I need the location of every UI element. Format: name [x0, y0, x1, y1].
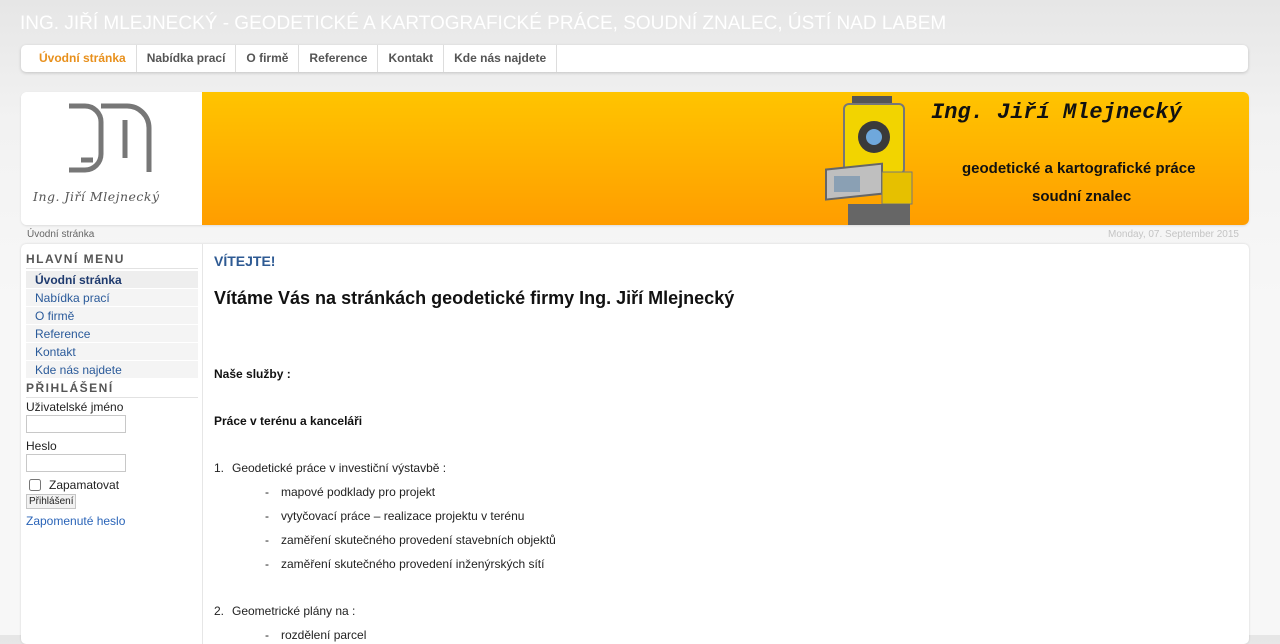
list-item-number: 1.: [214, 461, 225, 475]
list-item-text: vytyčovací práce – realizace projektu v …: [281, 509, 525, 523]
topnav-item-offer[interactable]: Nabídka prací: [137, 45, 237, 72]
sidebar-item-contact[interactable]: Kontakt: [26, 343, 198, 360]
list-item: - zaměření skutečného provedení stavebníc…: [265, 533, 556, 547]
banner-subtitle-1: geodetické a kartografické práce: [962, 160, 1196, 177]
list-item: - zaměření skutečného provedení inženýrsk…: [265, 557, 544, 571]
topnav-item-contact[interactable]: Kontakt: [378, 45, 445, 72]
page-title: Vítáme Vás na stránkách geodetické firmy…: [214, 288, 735, 308]
list-item: 2. Geometrické plány na :: [214, 604, 355, 618]
list-item: - rozdělení parcel: [265, 628, 366, 642]
sidebar-item-offer[interactable]: Nabídka prací: [26, 289, 198, 306]
list-item: - mapové podklady pro projekt: [265, 485, 435, 499]
main-menu-heading: HLAVNÍ MENU: [26, 252, 198, 269]
sidebar-item-reference[interactable]: Reference: [26, 325, 198, 342]
list-item-text: Geometrické plány na :: [232, 604, 356, 618]
logo-monogram-icon: [69, 103, 152, 173]
remember-label: Zapamatovat: [49, 478, 120, 492]
section-label: Práce v terénu a kanceláři: [214, 414, 363, 428]
login-heading: PŘIHLÁŠENÍ: [26, 381, 198, 398]
breadcrumb: Úvodní stránka: [27, 229, 95, 240]
password-label: Heslo: [26, 439, 57, 453]
list-item: - vytyčovací práce – realizace projektu v…: [265, 509, 524, 523]
list-item-text: mapové podklady pro projekt: [281, 485, 436, 499]
bullet-dash: -: [265, 485, 269, 499]
main-menu: Úvodní stránka Nabídka prací O firmě Ref…: [26, 271, 198, 378]
sidebar-item-about[interactable]: O firmě: [26, 307, 198, 324]
list-item-text: zaměření skutečného provedení inženýrský…: [281, 557, 545, 571]
list-item-text: rozdělení parcel: [281, 628, 367, 642]
services-label: Naše služby :: [214, 367, 291, 381]
username-label: Uživatelské jméno: [26, 400, 124, 414]
header-banner: Ing. Jiří Mlejnecký Ing. Jiří Mlejnecký …: [21, 92, 1249, 225]
banner-subtitle-2: soudní znalec: [1032, 188, 1132, 205]
total-station-icon: [825, 96, 913, 225]
sidebar: HLAVNÍ MENU Úvodní stránka Nabídka prací…: [21, 244, 203, 644]
remember-checkbox[interactable]: [29, 479, 41, 491]
list-item-text: zaměření skutečného provedení stavebních…: [281, 533, 556, 547]
list-item: 1. Geodetické práce v investiční výstavbě…: [214, 461, 446, 475]
bullet-dash: -: [265, 533, 269, 547]
topnav-item-home[interactable]: Úvodní stránka: [29, 45, 137, 72]
login-button[interactable]: Přihlášení: [26, 494, 77, 509]
bullet-dash: -: [265, 509, 269, 523]
remember-row: Zapamatovat: [26, 478, 202, 492]
welcome-heading: VÍTEJTE!: [214, 253, 276, 269]
bullet-dash: -: [265, 628, 269, 642]
sidebar-item-home[interactable]: Úvodní stránka: [26, 271, 198, 288]
topnav-item-about[interactable]: O firmě: [236, 45, 300, 72]
topnav-item-reference[interactable]: Reference: [299, 45, 379, 72]
login-form: Uživatelské jméno Heslo Zapamatovat Přih…: [21, 400, 202, 528]
topnav-item-location[interactable]: Kde nás najdete: [444, 45, 558, 72]
main-content: VÍTEJTE! Vítáme Vás na stránkách geodeti…: [214, 244, 1244, 642]
username-input[interactable]: [26, 415, 126, 433]
logo-signature: Ing. Jiří Mlejnecký: [33, 189, 160, 204]
bullet-dash: -: [265, 557, 269, 571]
password-input[interactable]: [26, 454, 126, 472]
list-item-number: 2.: [214, 604, 225, 618]
content-area: HLAVNÍ MENU Úvodní stránka Nabídka prací…: [21, 244, 1249, 644]
banner-name: Ing. Jiří Mlejnecký: [931, 100, 1182, 125]
list-item-text: Geodetické práce v investiční výstavbě :: [232, 461, 447, 475]
logo-area: Ing. Jiří Mlejnecký: [21, 92, 202, 225]
top-navigation: Úvodní stránka Nabídka prací O firmě Ref…: [21, 45, 1248, 72]
forgot-password-link[interactable]: Zapomenuté heslo: [26, 514, 202, 528]
site-title: ING. JIŘÍ MLEJNECKÝ - GEODETICKÉ A KARTO…: [20, 13, 947, 34]
sidebar-item-location[interactable]: Kde nás najdete: [26, 361, 198, 378]
banner-orange-panel: Ing. Jiří Mlejnecký geodetické a kartogr…: [202, 92, 1249, 225]
current-date: Monday, 07. September 2015: [1107, 229, 1239, 240]
